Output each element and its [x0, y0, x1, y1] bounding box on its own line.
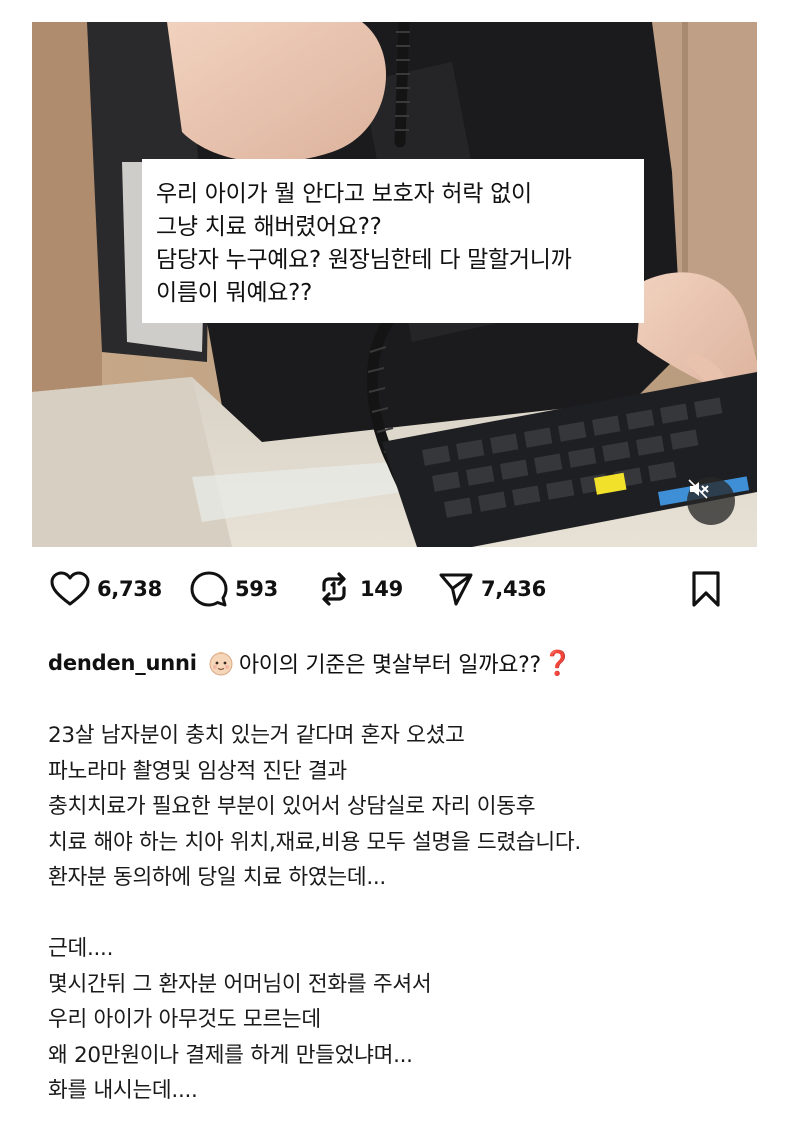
speaker-muted-icon — [688, 479, 709, 499]
share-count: 7,436 — [481, 577, 546, 601]
like-count: 6,738 — [97, 577, 162, 601]
save-button[interactable] — [690, 565, 722, 613]
repost-count: 149 — [360, 577, 403, 601]
comment-bubble-icon — [190, 571, 228, 607]
caption-line: 왜 20만원이나 결제를 하게 만들었냐며... — [48, 1042, 413, 1068]
post-caption-body: 23살 남자분이 충치 있는거 같다며 혼자 오셨고 파노라마 촬영및 임상적 … — [48, 718, 768, 1109]
caption-line: 치료 해야 하는 치아 위치,재료,비용 모두 설명을 드렸습니다. — [48, 829, 581, 855]
overlay-line: 담당자 누구예요? 원장님한테 다 말할거니까 — [156, 247, 572, 273]
video-text-overlay: 우리 아이가 뭘 안다고 보호자 허락 없이 그냥 치료 해버렸어요?? 담당자… — [142, 159, 644, 323]
like-button[interactable]: 6,738 — [50, 565, 162, 613]
bookmark-icon — [692, 571, 720, 607]
caption-line: 몇시간뒤 그 환자분 어머님이 전화를 주셔서 — [48, 971, 432, 997]
caption-line: 우리 아이가 아무것도 모르는데 — [48, 1007, 321, 1033]
comment-count: 593 — [235, 577, 278, 601]
post-caption-header: denden_unni 아이의 기준은 몇살부터 일까요?? ❓ — [48, 643, 768, 683]
send-paper-plane-icon — [439, 573, 473, 606]
post-video[interactable]: 우리 아이가 뭘 안다고 보호자 허락 없이 그냥 치료 해버렸어요?? 담당자… — [32, 22, 757, 547]
baby-face-icon — [209, 652, 233, 676]
username-link[interactable]: denden_unni — [48, 651, 197, 675]
caption-line: 환자분 동의하에 당일 치료 하였는데... — [48, 865, 386, 891]
overlay-line: 이름이 뭐예요?? — [156, 280, 312, 306]
share-button[interactable]: 7,436 — [438, 565, 546, 613]
caption-line: 23살 남자분이 충치 있는거 같다며 혼자 오셨고 — [48, 723, 465, 748]
post-headline: 아이의 기준은 몇살부터 일까요?? — [238, 653, 541, 678]
caption-line: 충치치료가 필요한 부분이 있어서 상담실로 자리 이동후 — [48, 794, 536, 820]
repost-icon — [322, 572, 346, 606]
red-question-mark-icon: ❓ — [542, 649, 573, 677]
repost-button[interactable]: 149 — [315, 565, 403, 613]
post-actions-bar: 6,738 593 149 7,436 — [50, 565, 750, 613]
comment-button[interactable]: 593 — [190, 565, 278, 613]
caption-line: 근데.... — [48, 935, 114, 961]
mute-button[interactable] — [687, 477, 735, 525]
overlay-line: 그냥 치료 해버렸어요?? — [156, 214, 382, 240]
caption-line: 화를 내시는데.... — [48, 1078, 198, 1104]
caption-line: 파노라마 촬영및 임상적 진단 결과 — [48, 758, 347, 784]
heart-icon — [50, 571, 90, 606]
overlay-line: 우리 아이가 뭘 안다고 보호자 허락 없이 — [156, 181, 532, 207]
